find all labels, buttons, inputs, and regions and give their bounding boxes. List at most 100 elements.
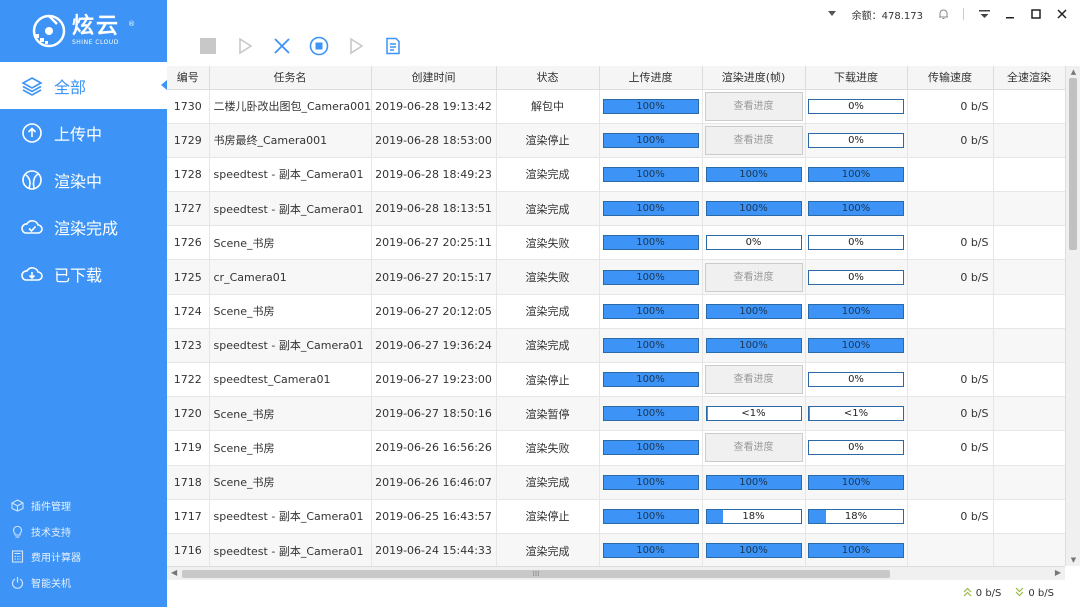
table-row[interactable]: 1727 speedtest - 副本_Camera01 2019-06-28 18… <box>167 191 1065 227</box>
column-header-id[interactable]: 编号 <box>167 66 210 90</box>
nav-item-rendering[interactable]: 渲染中 <box>0 156 167 203</box>
upload-progress-text: 100% <box>636 237 665 249</box>
table-row[interactable]: 1726 Scene_书房 2019-06-27 20:25:11 渲染失败 100% 0… <box>167 225 1065 261</box>
render-progress-text: 100% <box>739 168 768 180</box>
task-name-cell: speedtest - 副本_Camera01 <box>209 533 372 566</box>
vertical-scrollbar[interactable]: ▲ ▼ <box>1065 66 1080 566</box>
table-row[interactable]: 1724 Scene_书房 2019-06-27 20:12:05 渲染完成 100% 1… <box>167 294 1065 329</box>
render-progress-bar: 100% <box>705 201 802 217</box>
play-icon[interactable] <box>346 36 366 56</box>
render-progress-cell: 100% <box>702 191 806 227</box>
table-row[interactable]: 1717 speedtest - 副本_Camera01 2019-06-25 16… <box>167 499 1065 534</box>
fee-calculator-link[interactable]: 费用计算器 <box>0 544 167 570</box>
maximize-icon[interactable] <box>1030 8 1042 20</box>
upload-progress-bar: 100% <box>602 440 699 456</box>
column-header-speed[interactable]: 传输速度 <box>907 66 994 90</box>
download-progress-bar: 0% <box>808 372 904 388</box>
document-icon[interactable] <box>383 36 403 56</box>
title-bar: 余额：478.173 <box>167 0 1080 28</box>
view-progress-button[interactable]: 查看进度 <box>704 125 803 155</box>
layers-icon <box>20 74 44 98</box>
horizontal-scroll-thumb[interactable]: ⁞⁞⁞ <box>182 570 890 578</box>
column-header-fullspeed[interactable]: 全速渲染 <box>993 66 1065 90</box>
logo: 炫云 SHINE CLOUD ® <box>0 0 167 62</box>
upload-speed: 0 b/S <box>963 587 1001 600</box>
download-progress-bar: 100% <box>808 543 904 559</box>
nav-item-downloaded[interactable]: 已下载 <box>0 250 167 297</box>
menu-icon[interactable] <box>978 8 990 20</box>
column-header-download[interactable]: 下载进度 <box>805 66 908 90</box>
render-progress-cell: 100% <box>702 328 806 364</box>
nav-item-uploading[interactable]: 上传中 <box>0 109 167 156</box>
column-header-render[interactable]: 渲染进度(帧) <box>702 66 806 90</box>
start-icon[interactable] <box>235 36 255 56</box>
upload-progress-bar: 100% <box>602 132 699 148</box>
download-progress-bar: 0% <box>808 235 904 251</box>
upload-progress-text: 100% <box>636 203 665 215</box>
status-cell: 渲染完成 <box>496 328 600 364</box>
vertical-scroll-thumb[interactable] <box>1069 78 1077 250</box>
upload-progress-cell: 100% <box>599 259 703 295</box>
column-header-status[interactable]: 状态 <box>496 66 600 90</box>
table-row[interactable]: 1718 Scene_书房 2019-06-26 16:46:07 渲染完成 100% 1… <box>167 465 1065 500</box>
bell-icon[interactable] <box>937 8 949 20</box>
balance-dropdown-icon[interactable] <box>826 8 838 20</box>
table-row[interactable]: 1720 Scene_书房 2019-06-27 18:50:16 渲染暂停 100% <… <box>167 396 1065 432</box>
scroll-up-icon[interactable]: ▲ <box>1069 68 1078 76</box>
view-progress-button[interactable]: 查看进度 <box>704 433 803 463</box>
nav-item-render-complete[interactable]: 渲染完成 <box>0 203 167 250</box>
bottom-link-label: 智能关机 <box>31 578 71 590</box>
upload-progress-cell: 100% <box>599 430 703 466</box>
view-progress-button[interactable]: 查看进度 <box>704 262 803 292</box>
table-row[interactable]: 1725 cr_Camera01 2019-06-27 20:15:17 渲染失败 10… <box>167 259 1065 295</box>
minimize-icon[interactable] <box>1004 8 1016 20</box>
horizontal-scrollbar[interactable]: ◀ ⁞⁞⁞ ▶ <box>167 566 1065 580</box>
column-header-time[interactable]: 创建时间 <box>371 66 497 90</box>
scroll-left-icon[interactable]: ◀ <box>171 568 177 577</box>
render-progress-bar: 0% <box>705 235 802 251</box>
table-row[interactable]: 1730 二楼儿卧改出图包_Camera001 2019-06-28 19:13:4… <box>167 89 1065 124</box>
transfer-speed-cell <box>907 157 994 193</box>
table-row[interactable]: 1716 speedtest - 副本_Camera01 2019-06-24 15… <box>167 533 1065 566</box>
task-name-cell: 二楼儿卧改出图包_Camera001 <box>209 89 372 124</box>
table-row[interactable]: 1723 speedtest - 副本_Camera01 2019-06-27 19… <box>167 328 1065 364</box>
column-header-name[interactable]: 任务名 <box>209 66 372 90</box>
task-name-cell: speedtest_Camera01 <box>209 362 372 398</box>
view-progress-button[interactable]: 查看进度 <box>704 91 803 121</box>
table-row[interactable]: 1719 Scene_书房 2019-06-26 16:56:26 渲染失败 100% 查… <box>167 430 1065 466</box>
scroll-down-icon[interactable]: ▼ <box>1069 556 1078 564</box>
nav-item-all[interactable]: 全部 <box>0 62 167 109</box>
render-progress-bar: 18% <box>705 508 802 524</box>
logo-name-cn: 炫云 <box>71 14 120 39</box>
column-header-upload[interactable]: 上传进度 <box>599 66 703 90</box>
table-row[interactable]: 1722 speedtest_Camera01 2019-06-27 19:23:0… <box>167 362 1065 398</box>
view-progress-button[interactable]: 查看进度 <box>704 365 803 395</box>
table-row[interactable]: 1729 书房最终_Camera001 2019-06-28 18:53:00 渲染停… <box>167 123 1065 158</box>
smart-shutdown-link[interactable]: 智能关机 <box>0 570 167 596</box>
plugin-management-link[interactable]: 插件管理 <box>0 493 167 519</box>
created-time-cell: 2019-06-28 19:13:42 <box>371 89 497 124</box>
nav-item-label: 上传中 <box>54 124 103 144</box>
upload-progress-text: 100% <box>636 545 665 557</box>
download-progress-bar: 100% <box>808 201 904 217</box>
tech-support-link[interactable]: 技术支持 <box>0 519 167 545</box>
download-progress-bar: 100% <box>808 337 904 353</box>
render-progress-bar: 100% <box>705 474 802 490</box>
record-stop-icon[interactable] <box>309 36 329 56</box>
upload-progress-cell: 100% <box>599 294 703 329</box>
created-time-cell: 2019-06-27 20:12:05 <box>371 294 497 329</box>
upload-progress-text: 100% <box>636 168 665 180</box>
lightbulb-icon <box>10 524 24 538</box>
download-progress-cell: 0% <box>805 225 908 261</box>
status-cell: 渲染失败 <box>496 225 600 261</box>
upload-progress-bar: 100% <box>602 166 699 182</box>
table-row[interactable]: 1728 speedtest - 副本_Camera01 2019-06-28 18… <box>167 157 1065 193</box>
close-icon[interactable] <box>1056 8 1068 20</box>
sidebar: 炫云 SHINE CLOUD ® 全部 上传中 渲染中 渲染完成 已下载 插件管… <box>0 0 167 607</box>
upload-progress-cell: 100% <box>599 89 703 124</box>
stop-icon[interactable] <box>198 36 218 56</box>
delete-icon[interactable] <box>272 36 292 56</box>
upload-progress-bar: 100% <box>602 337 699 353</box>
status-cell: 渲染暂停 <box>496 396 600 432</box>
scroll-right-icon[interactable]: ▶ <box>1055 568 1061 577</box>
